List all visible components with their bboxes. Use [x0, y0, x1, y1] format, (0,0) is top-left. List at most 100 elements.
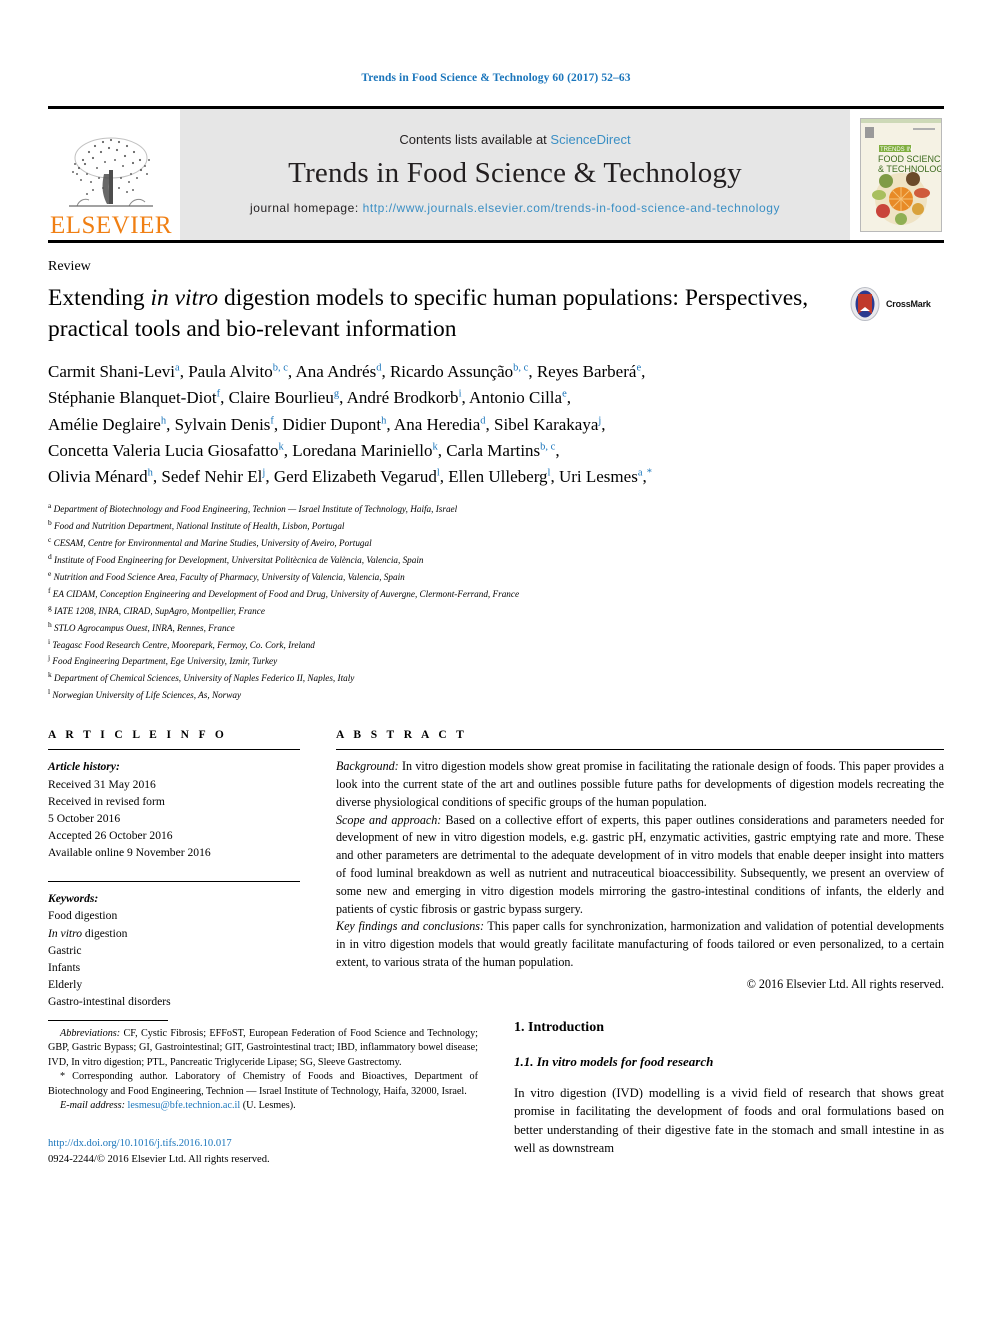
- author-line: Carmit Shani-Levia, Paula Alvitob, c, An…: [48, 362, 646, 382]
- subsection-rest: models for food research: [576, 1054, 714, 1069]
- contents-available-line: Contents lists available at ScienceDirec…: [399, 132, 630, 147]
- abstract-body: Background: In vitro digestion models sh…: [336, 758, 944, 993]
- affiliation-marker: e: [48, 568, 52, 578]
- abstract-scope-label: Scope and approach:: [336, 812, 442, 827]
- affiliation-item: k Department of Chemical Sciences, Unive…: [48, 669, 944, 686]
- affiliation-marker: b: [48, 517, 52, 527]
- affiliation-text: Teagasc Food Research Centre, Moorepark,…: [52, 639, 315, 650]
- elsevier-wordmark: ELSEVIER: [49, 212, 173, 239]
- corresponding-author-note: * Corresponding author. Laboratory of Ch…: [48, 1071, 478, 1097]
- abstract-copyright: © 2016 Elsevier Ltd. All rights reserved…: [746, 976, 944, 991]
- abstract-paragraph-background: Background: In vitro digestion models sh…: [336, 758, 944, 811]
- divider: [336, 749, 944, 751]
- section-heading-introduction: 1. Introduction: [514, 1020, 604, 1035]
- affiliation-text: CESAM, Centre for Environmental and Mari…: [53, 537, 372, 548]
- article-info-heading: A R T I C L E I N F O: [48, 729, 228, 742]
- affiliation-item: e Nutrition and Food Science Area, Facul…: [48, 568, 944, 585]
- affiliation-marker: l: [48, 687, 51, 697]
- history-item: Received in revised form: [48, 794, 165, 808]
- affiliation-marker: k: [48, 670, 52, 680]
- author-list: Carmit Shani-Levia, Paula Alvitob, c, An…: [48, 359, 944, 491]
- doi-link[interactable]: http://dx.doi.org/10.1016/j.tifs.2016.10…: [48, 1136, 478, 1152]
- footnote-divider: [48, 1020, 168, 1021]
- homepage-label: journal homepage:: [250, 200, 363, 215]
- journal-cover-block: TRENDS IN FOOD SCIENCE & TECHNOLOGY: [858, 109, 944, 240]
- abstract-key-label: Key findings and conclusions:: [336, 919, 484, 934]
- author-line: Olivia Ménardh, Sedef Nehir Elj, Gerd El…: [48, 467, 652, 487]
- keywords-block: Keywords: Food digestion In vitro digest…: [48, 881, 300, 1010]
- title-row: Extending in vitro digestion models to s…: [48, 283, 944, 345]
- affiliation-item: d Institute of Food Engineering for Deve…: [48, 551, 944, 568]
- crossmark-label: CrossMark: [886, 299, 931, 309]
- affiliation-item: l Norwegian University of Life Sciences,…: [48, 686, 944, 703]
- keyword-item: Gastro-intestinal disorders: [48, 995, 171, 1009]
- email-note: E-mail address: lesmesu@bfe.technion.ac.…: [48, 1099, 478, 1113]
- footnotes-column: Abbreviations: CF, Cystic Fibrosis; EFFo…: [48, 1020, 478, 1168]
- history-item: 5 October 2016: [48, 811, 121, 825]
- affiliation-text: EA CIDAM, Conception Engineering and Dev…: [52, 588, 520, 599]
- paper-page: Trends in Food Science & Technology 60 (…: [0, 0, 992, 1323]
- email-link[interactable]: lesmesu@bfe.technion.ac.il: [128, 1100, 241, 1111]
- affiliation-text: STLO Agrocampus Ouest, INRA, Rennes, Fra…: [54, 622, 235, 633]
- footnotes-block: Abbreviations: CF, Cystic Fibrosis; EFFo…: [48, 1027, 478, 1114]
- abstract-scope-text: Based on a collective effort of experts,…: [336, 812, 944, 916]
- title-part-1: Extending: [48, 285, 151, 311]
- subsection-heading-invitro-models: 1.1. In vitro models for food research: [514, 1054, 944, 1070]
- affiliation-marker: i: [48, 636, 51, 646]
- journal-banner: Contents lists available at ScienceDirec…: [180, 109, 850, 240]
- author-line: Concetta Valeria Lucia Giosafattok, Lore…: [48, 441, 560, 461]
- keywords-label: Keywords:: [48, 892, 99, 906]
- journal-title: Trends in Food Science & Technology: [288, 156, 742, 189]
- document-type: Review: [48, 259, 91, 274]
- history-item: Available online 9 November 2016: [48, 846, 211, 860]
- affiliation-item: b Food and Nutrition Department, Nationa…: [48, 517, 944, 534]
- crossmark-badge[interactable]: CrossMark: [848, 283, 944, 321]
- abbreviations-label: Abbreviations:: [60, 1028, 121, 1039]
- bottom-columns: Abbreviations: CF, Cystic Fibrosis; EFFo…: [48, 1020, 944, 1168]
- journal-masthead: ELSEVIER Contents lists available at Sci…: [48, 106, 944, 240]
- author-line: Amélie Deglaireh, Sylvain Denisf, Didier…: [48, 414, 606, 434]
- affiliation-marker: h: [48, 619, 52, 629]
- svg-text:TRENDS IN: TRENDS IN: [880, 147, 912, 153]
- affiliation-marker: j: [48, 653, 51, 663]
- affiliation-item: j Food Engineering Department, Ege Unive…: [48, 652, 944, 669]
- introduction-paragraph: In vitro digestion (IVD) modelling is a …: [514, 1086, 944, 1156]
- affiliation-marker: g: [48, 602, 52, 612]
- affiliation-marker: a: [48, 500, 52, 510]
- affiliation-marker: f: [48, 585, 51, 595]
- masthead-bottom-rule: [48, 240, 944, 243]
- subsection-italic-part: In vitro: [536, 1054, 577, 1069]
- info-abstract-section: A R T I C L E I N F O Article history: R…: [48, 729, 944, 1010]
- running-head: Trends in Food Science & Technology 60 (…: [361, 72, 631, 84]
- article-history-block: Article history: Received 31 May 2016 Re…: [48, 758, 300, 861]
- journal-cover-thumbnail: TRENDS IN FOOD SCIENCE & TECHNOLOGY: [860, 117, 942, 232]
- divider: [48, 749, 300, 751]
- affiliation-text: IATE 1208, INRA, CIRAD, SupAgro, Montpel…: [54, 605, 265, 616]
- contents-prefix: Contents lists available at: [399, 131, 551, 147]
- keyword-item: In vitro digestion: [48, 926, 128, 940]
- crossmark-icon: [850, 287, 880, 321]
- affiliation-item: f EA CIDAM, Conception Engineering and D…: [48, 585, 944, 602]
- title-italic-part: in vitro: [150, 285, 219, 311]
- affiliation-marker: c: [48, 534, 52, 544]
- sciencedirect-link[interactable]: ScienceDirect: [550, 132, 630, 147]
- affiliation-text: Department of Chemical Sciences, Univers…: [54, 673, 355, 684]
- history-item: Received 31 May 2016: [48, 777, 156, 791]
- affiliation-item: g IATE 1208, INRA, CIRAD, SupAgro, Montp…: [48, 602, 944, 619]
- affiliation-item: h STLO Agrocampus Ouest, INRA, Rennes, F…: [48, 619, 944, 636]
- author-line: Stéphanie Blanquet-Diotf, Claire Bourlie…: [48, 388, 571, 408]
- affiliation-text: Department of Biotechnology and Food Eng…: [53, 503, 458, 514]
- keyword-italic: In vitro: [48, 926, 83, 940]
- publication-footer: http://dx.doi.org/10.1016/j.tifs.2016.10…: [48, 1136, 478, 1168]
- email-suffix: (U. Lesmes).: [240, 1100, 296, 1112]
- issn-copyright-line: 0924-2244/© 2016 Elsevier Ltd. All right…: [48, 1153, 270, 1165]
- affiliation-text: Norwegian University of Life Sciences, A…: [52, 690, 242, 701]
- keyword-item: Food digestion: [48, 909, 118, 923]
- journal-homepage-line: journal homepage: http://www.journals.el…: [250, 200, 780, 217]
- homepage-url-link[interactable]: http://www.journals.elsevier.com/trends-…: [363, 201, 780, 215]
- article-history-label: Article history:: [48, 760, 120, 774]
- abbreviations-note: Abbreviations: CF, Cystic Fibrosis; EFFo…: [48, 1027, 478, 1070]
- abstract-paragraph-scope: Scope and approach: Based on a collectiv…: [336, 812, 944, 919]
- abstract-background-label: Background:: [336, 759, 399, 774]
- history-item: Accepted 26 October 2016: [48, 829, 173, 842]
